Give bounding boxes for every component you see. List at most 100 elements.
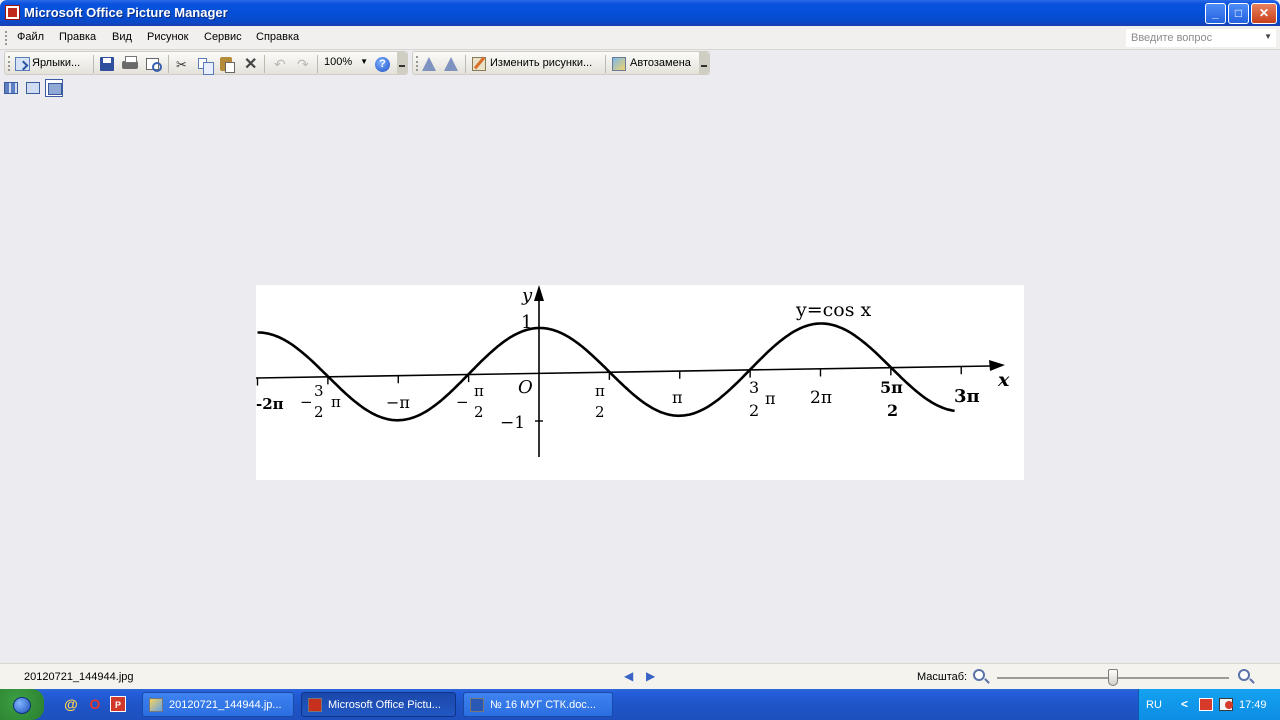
x-tick-label-minus-3pi-2-numerator: 3 [314, 382, 324, 400]
print-button[interactable] [121, 55, 139, 73]
x-tick-label-minus-pi-2-denominator: 2 [474, 403, 484, 421]
picture-manager-icon[interactable]: P [110, 696, 126, 712]
paste-button[interactable] [218, 55, 236, 73]
ask-question-input[interactable]: Введите вопрос ▼ [1126, 29, 1276, 47]
shortcuts-icon [15, 57, 30, 71]
chevron-down-icon[interactable]: ▼ [360, 57, 368, 66]
menu-bar: Файл Правка Вид Рисунок Сервис Справка В… [0, 26, 1280, 50]
menu-picture[interactable]: Рисунок [147, 31, 189, 43]
toolbar-separator [605, 55, 606, 73]
system-tray: RU < 17:49 [1138, 689, 1280, 720]
preview-icon [146, 58, 162, 72]
y-tick-label-1: 1 [521, 312, 533, 333]
save-button[interactable] [98, 55, 116, 73]
y-tick-label-minus-1: −1 [500, 413, 526, 433]
minimize-button[interactable]: _ [1205, 3, 1226, 24]
chevron-down-icon[interactable]: ▼ [1264, 32, 1272, 41]
start-button[interactable] [0, 689, 44, 720]
thumbnail-view-button[interactable] [2, 79, 20, 97]
zoom-in-icon[interactable] [1238, 669, 1250, 681]
toolbar-options-chevron[interactable] [699, 52, 709, 74]
toolbar-grip[interactable] [416, 56, 419, 71]
undo-icon: ↶ [274, 56, 286, 72]
shortcuts-button[interactable] [13, 55, 31, 73]
toolbar-separator [168, 55, 169, 73]
undo-button[interactable]: ↶ [271, 55, 289, 73]
y-axis-arrow [534, 285, 544, 301]
clock[interactable]: 17:49 [1239, 699, 1267, 711]
zoom-slider-thumb[interactable] [1108, 669, 1118, 686]
cut-button[interactable]: ✂ [173, 55, 191, 73]
x-tick-label-minus-3pi-2-sign: − [300, 393, 313, 411]
previous-picture-button[interactable]: ◀ [624, 669, 633, 683]
picture-manager-app-icon[interactable] [5, 5, 20, 20]
paste-icon [220, 57, 235, 73]
menu-view[interactable]: Вид [112, 31, 132, 43]
x-tick-label-minus-pi-2-numerator: π [474, 382, 484, 400]
rotate-right-button[interactable] [442, 55, 460, 73]
menu-tools[interactable]: Сервис [204, 31, 242, 43]
title-bar[interactable]: Microsoft Office Picture Manager _ □ ✕ [0, 0, 1280, 26]
toolbar-separator [465, 55, 466, 73]
toolbar-separator [317, 55, 318, 73]
menu-help[interactable]: Справка [256, 31, 299, 43]
edit-pictures-label[interactable]: Изменить рисунки... [490, 57, 592, 69]
taskbar-item-picture-manager[interactable]: Microsoft Office Pictu... [301, 692, 456, 717]
toolbar-options-chevron[interactable] [397, 52, 407, 74]
send-email-button[interactable] [144, 55, 162, 73]
taskbar-item-word-document[interactable]: № 16 МУГ СТК.doc... [463, 692, 613, 717]
mail-icon[interactable]: @ [63, 696, 79, 712]
shortcuts-label[interactable]: Ярлыки... [32, 57, 80, 69]
x-tick-label-pi-2-denominator: 2 [595, 403, 605, 421]
menu-file[interactable]: Файл [17, 31, 44, 43]
print-icon [122, 56, 138, 69]
taskbar-item-image-file[interactable]: 20120721_144944.jp... [142, 692, 294, 717]
x-tick-label-minus-pi-2-sign: − [456, 393, 469, 411]
x-axis-line [256, 365, 992, 379]
copy-icon [198, 58, 214, 75]
autocorrect-label[interactable]: Автозамена [630, 57, 691, 69]
picture-manager-icon [308, 698, 322, 712]
delete-icon: ✕ [244, 56, 258, 73]
picture-display-area[interactable]: y x O y=cos x 1 −1 -2π − 3 2 π −π − π 2 … [0, 100, 1280, 663]
show-hidden-icons-chevron[interactable]: < [1181, 697, 1188, 711]
x-axis-label: x [998, 369, 1010, 391]
filmstrip-view-icon [26, 82, 40, 94]
displayed-picture[interactable]: y x O y=cos x 1 −1 -2π − 3 2 π −π − π 2 … [256, 285, 1024, 480]
file-name: 20120721_144944.jpg [24, 671, 134, 683]
rotate-right-icon [444, 57, 458, 71]
x-tick-label-5pi-2-denominator: 2 [887, 401, 899, 420]
redo-button[interactable]: ↷ [294, 55, 312, 73]
status-bar: 20120721_144944.jpg ◀ ▶ Масштаб: [0, 663, 1280, 689]
help-button[interactable]: ? [373, 55, 391, 73]
redo-icon: ↷ [297, 56, 309, 72]
zoom-out-icon[interactable] [973, 669, 985, 681]
x-tick-label-2pi: 2π [810, 388, 832, 408]
zoom-select[interactable]: 100% ▼ [321, 54, 371, 72]
opera-icon[interactable]: O [87, 696, 103, 712]
zoom-label: Масштаб: [917, 671, 968, 683]
maximize-button[interactable]: □ [1228, 3, 1249, 24]
office-tray-icon[interactable] [1199, 698, 1213, 711]
close-button[interactable]: ✕ [1251, 3, 1277, 24]
single-picture-view-button[interactable] [45, 79, 63, 97]
rotate-left-icon [422, 57, 436, 71]
edit-pictures-button[interactable] [470, 55, 488, 73]
network-alert-icon [1225, 701, 1233, 709]
x-tick-label-pi: π [672, 388, 683, 407]
language-indicator[interactable]: RU [1146, 699, 1162, 711]
help-icon: ? [375, 57, 390, 72]
autocorrect-button[interactable] [610, 55, 628, 73]
x-tick-label-3pi-2-pi: π [765, 389, 776, 408]
ask-question-placeholder: Введите вопрос [1131, 32, 1213, 44]
filmstrip-view-button[interactable] [24, 79, 42, 97]
next-picture-button[interactable]: ▶ [646, 669, 655, 683]
scissors-icon: ✂ [176, 57, 187, 72]
delete-button[interactable]: ✕ [241, 55, 259, 73]
standard-toolbar: Ярлыки... ✂ ✕ ↶ ↷ 100% ▼ ? [4, 51, 408, 75]
menu-edit[interactable]: Правка [59, 31, 96, 43]
rotate-left-button[interactable] [420, 55, 438, 73]
copy-button[interactable] [195, 55, 214, 75]
toolbar-grip[interactable] [8, 56, 11, 71]
menu-bar-grip[interactable] [5, 31, 8, 45]
